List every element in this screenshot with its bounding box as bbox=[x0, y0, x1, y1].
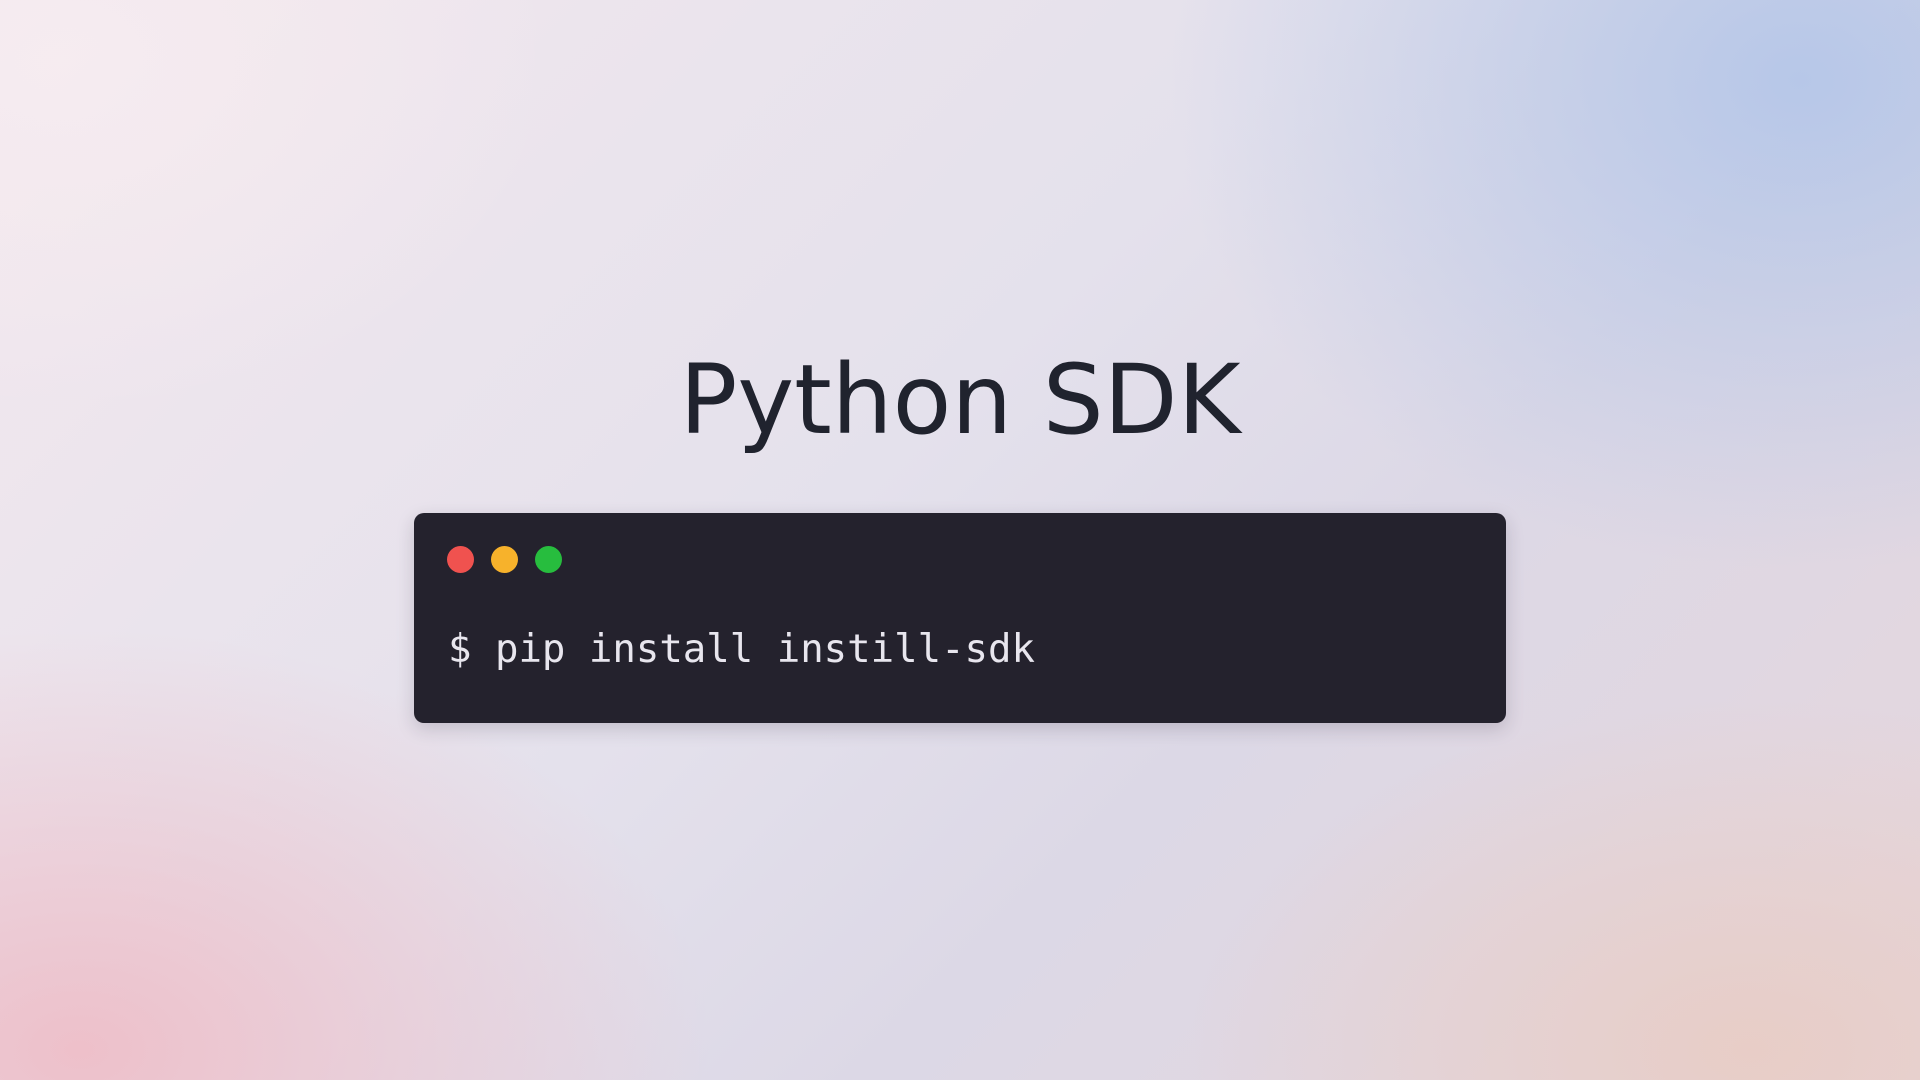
terminal-command: $ pip install instill-sdk bbox=[448, 627, 1035, 672]
terminal-window: $ pip install instill-sdk bbox=[414, 513, 1506, 723]
minimize-dot-icon[interactable] bbox=[491, 546, 518, 573]
close-dot-icon[interactable] bbox=[447, 546, 474, 573]
window-controls bbox=[447, 546, 562, 573]
page-title: Python SDK bbox=[679, 344, 1241, 456]
maximize-dot-icon[interactable] bbox=[535, 546, 562, 573]
